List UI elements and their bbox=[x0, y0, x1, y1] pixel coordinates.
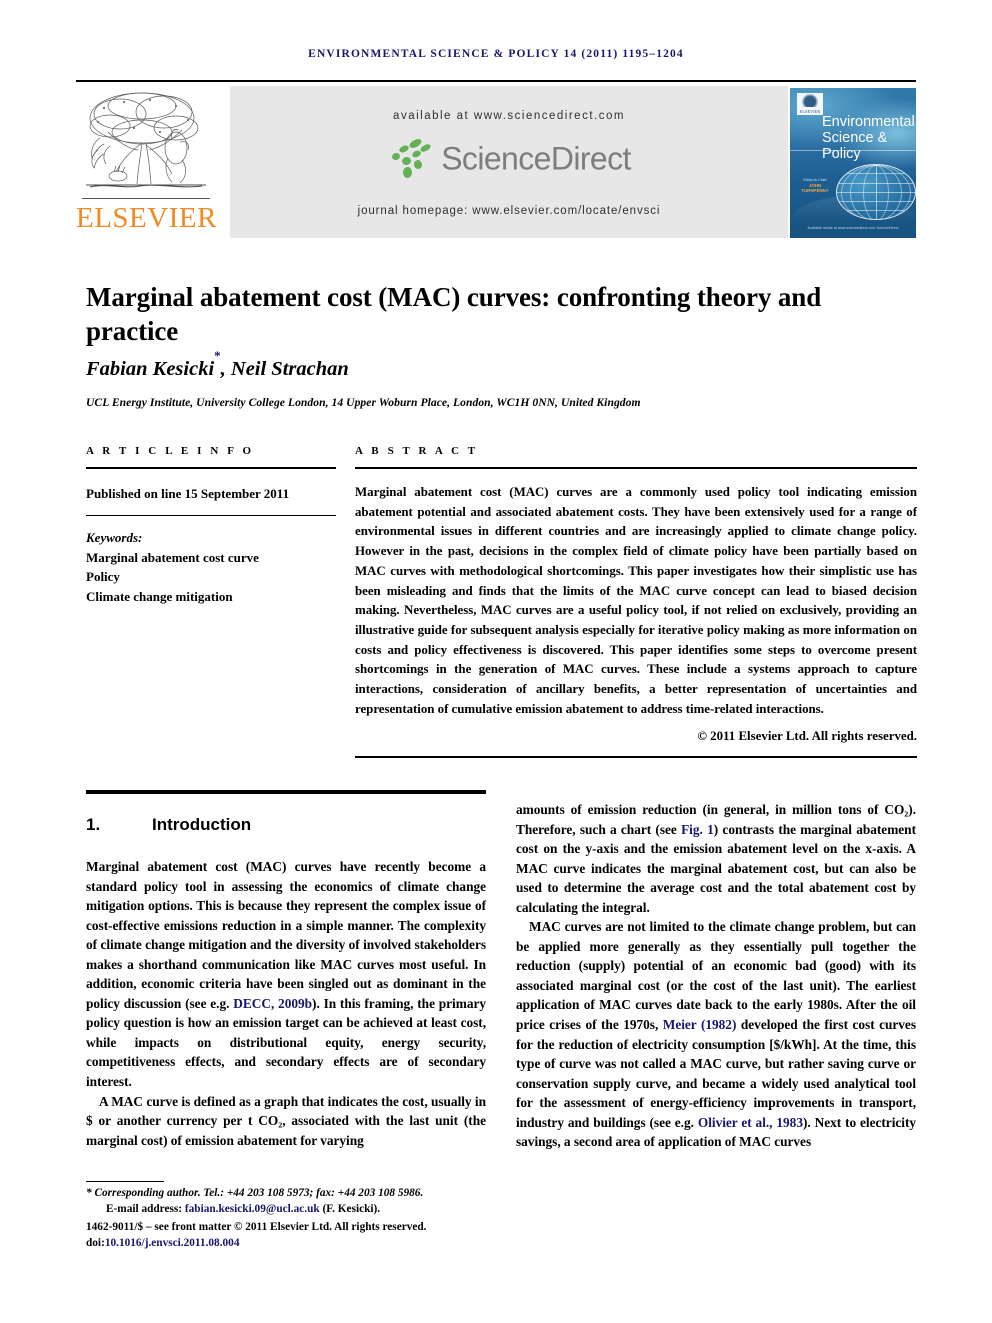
body-column-left: Marginal abatement cost (MAC) curves hav… bbox=[86, 857, 486, 1150]
email-line: E-mail address: fabian.kesicki.09@ucl.ac… bbox=[86, 1202, 496, 1218]
article-info-rule-mid bbox=[86, 515, 336, 516]
page-title: Marginal abatement cost (MAC) curves: co… bbox=[86, 282, 822, 347]
journal-homepage-text: journal homepage: www.elsevier.com/locat… bbox=[357, 205, 661, 217]
keyword-item: Policy bbox=[86, 569, 120, 584]
cover-elsevier-mark: ELSEVIER bbox=[797, 93, 823, 115]
running-head: ENVIRONMENTAL SCIENCE & POLICY 14 (2011)… bbox=[308, 48, 684, 60]
abstract-rule-top bbox=[355, 467, 917, 470]
keyword-item: Climate change mitigation bbox=[86, 588, 233, 604]
elsevier-tree-icon bbox=[80, 88, 212, 200]
citation-link-olivier[interactable]: Olivier et al., 1983 bbox=[698, 1115, 803, 1130]
cover-footer-text: Available online at www.sciencedirect.co… bbox=[807, 226, 899, 230]
paragraph: A MAC curve is defined as a graph that i… bbox=[86, 1092, 486, 1151]
citation-link-decc[interactable]: DECC, 2009b bbox=[233, 996, 312, 1011]
email-link[interactable]: fabian.kesicki.09@ucl.ac.uk bbox=[185, 1203, 320, 1215]
footnote-block: * Corresponding author. Tel.: +44 203 10… bbox=[86, 1186, 496, 1251]
cover-journal-title: Environmental Science & Policy bbox=[822, 114, 915, 162]
available-at-text: available at www.sciencedirect.com bbox=[393, 110, 625, 122]
keywords-label: Keywords: bbox=[86, 530, 143, 545]
header-rule bbox=[76, 80, 916, 82]
footnote-rule bbox=[86, 1181, 164, 1182]
corresponding-author-marker: * bbox=[214, 347, 221, 363]
author-list: Fabian Kesicki*, Neil Strachan bbox=[86, 348, 886, 381]
affiliation: UCL Energy Institute, University College… bbox=[86, 396, 641, 409]
section-number: 1. bbox=[86, 815, 101, 834]
elsevier-logo-rule bbox=[82, 198, 210, 200]
abstract-copyright: © 2011 Elsevier Ltd. All rights reserved… bbox=[697, 729, 917, 743]
doi-link[interactable]: 10.1016/j.envsci.2011.08.004 bbox=[105, 1237, 240, 1249]
article-info-heading: A R T I C L E I N F O bbox=[86, 445, 255, 457]
cover-editor-label: Editor-in-Chief bbox=[803, 178, 827, 182]
paragraph-text: A MAC curve is defined as a graph that i… bbox=[86, 1093, 486, 1148]
doi-label: doi: bbox=[86, 1236, 105, 1249]
figure-link-fig1[interactable]: Fig. 1 bbox=[681, 822, 714, 837]
paragraph-text: Marginal abatement cost (MAC) curves hav… bbox=[86, 859, 486, 1011]
citation-link-meier[interactable]: Meier (1982) bbox=[663, 1017, 737, 1032]
sciencedirect-leaves-icon bbox=[387, 137, 439, 180]
sciencedirect-wordmark: ScienceDirect bbox=[441, 140, 631, 177]
keyword-item: Marginal abatement cost curve bbox=[86, 549, 259, 565]
paragraph-text: MAC curves are not limited to the climat… bbox=[516, 919, 916, 1033]
cover-title-line2: Science & bbox=[822, 130, 888, 146]
corresponding-author-note: * Corresponding author. Tel.: +44 203 10… bbox=[86, 1187, 424, 1199]
author-names-cont: , Neil Strachan bbox=[220, 357, 349, 380]
journal-banner: available at www.sciencedirect.com Scien… bbox=[76, 86, 916, 238]
paragraph: amounts of emission reduction (in genera… bbox=[516, 800, 916, 917]
paragraph: Marginal abatement cost (MAC) curves hav… bbox=[86, 857, 486, 1092]
elsevier-wordmark: ELSEVIER bbox=[76, 202, 217, 234]
cover-title-line1: Environmental bbox=[822, 114, 915, 130]
abstract-heading: A B S T R A C T bbox=[355, 445, 479, 457]
section-heading: 1. Introduction bbox=[86, 815, 251, 835]
email-suffix: (F. Kesicki). bbox=[319, 1202, 381, 1215]
banner-grey-panel: available at www.sciencedirect.com Scien… bbox=[230, 86, 788, 238]
author-names: Fabian Kesicki bbox=[86, 357, 215, 380]
cover-editor-name: JOHN TURNPENNY bbox=[801, 183, 829, 193]
published-date: Published on line 15 September 2011 bbox=[86, 486, 290, 501]
body-column-right: amounts of emission reduction (in genera… bbox=[516, 800, 916, 1152]
cover-editor-block: Editor-in-Chief JOHN TURNPENNY bbox=[798, 178, 832, 193]
article-info-rule-top bbox=[86, 467, 336, 470]
paragraph-text-cont: developed the first cost curves for the … bbox=[516, 1017, 916, 1130]
abstract-text: Marginal abatement cost (MAC) curves are… bbox=[355, 485, 917, 716]
keywords-block: Keywords: Marginal abatement cost curve … bbox=[86, 528, 341, 606]
cover-title-line3: Policy bbox=[822, 146, 861, 162]
doi-line: doi:10.1016/j.envsci.2011.08.004 bbox=[86, 1236, 496, 1252]
elsevier-logo: ELSEVIER bbox=[76, 88, 216, 238]
journal-cover-thumbnail: ELSEVIER Environmental Science & Policy … bbox=[790, 88, 916, 238]
journal-article-first-page: ENVIRONMENTAL SCIENCE & POLICY 14 (2011)… bbox=[0, 0, 992, 1323]
cover-globe-icon bbox=[836, 164, 916, 220]
email-label: E-mail address: bbox=[106, 1202, 185, 1215]
sciencedirect-logo: ScienceDirect bbox=[230, 137, 788, 186]
section-rule bbox=[86, 790, 486, 794]
paragraph: MAC curves are not limited to the climat… bbox=[516, 917, 916, 1152]
abstract-rule-bottom bbox=[355, 756, 917, 759]
issn-line: 1462-9011/$ – see front matter © 2011 El… bbox=[86, 1221, 427, 1233]
section-title: Introduction bbox=[152, 815, 252, 834]
